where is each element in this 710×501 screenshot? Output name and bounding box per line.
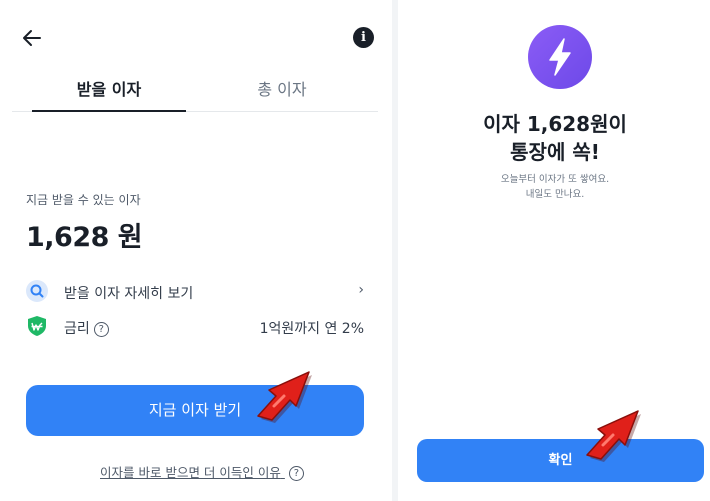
rate-label-text: 금리 (64, 321, 90, 337)
tab-bar: 받을 이자 총 이자 (12, 70, 378, 112)
red-arrow-icon (254, 366, 332, 424)
help-icon[interactable]: ? (93, 322, 109, 337)
tab-receivable-interest[interactable]: 받을 이자 (32, 76, 186, 112)
interest-rate-label: 금리? (64, 318, 109, 338)
interest-rate-value: 1억원까지 연 2% (259, 321, 364, 337)
success-message-line2: 내일도 만나요. (525, 189, 585, 200)
panel-divider (392, 0, 398, 501)
chevron-right-icon: › (358, 282, 364, 298)
won-shield-icon (26, 315, 48, 337)
success-headline-line2: 통장에 쏙! (510, 140, 600, 164)
interest-amount: 1,628 원 (26, 222, 143, 253)
help-icon: ? (288, 466, 304, 481)
success-message: 오늘부터 이자가 또 쌓여요. (500, 174, 610, 185)
tab-total-interest[interactable]: 총 이자 (202, 76, 362, 100)
search-icon (26, 280, 48, 302)
back-arrow-icon[interactable] (20, 26, 44, 50)
why-receive-now-text: 이자를 바로 받으면 더 이득인 이유 (100, 465, 281, 480)
interest-detail-label: 받을 이자 자세히 보기 (64, 286, 194, 302)
red-arrow-icon (583, 405, 661, 463)
available-interest-label: 지금 받을 수 있는 이자 (26, 193, 141, 207)
interest-received-screen: 이자 1,628원이 통장에 쏙! 오늘부터 이자가 또 쌓여요. 내일도 만나… (400, 0, 710, 501)
interest-rate-row: 금리? 1억원까지 연 2% (26, 313, 366, 343)
lightning-bolt-icon (528, 25, 592, 89)
interest-detail-row[interactable]: 받을 이자 자세히 보기 › (26, 278, 366, 308)
info-icon[interactable]: i (353, 27, 374, 48)
why-receive-now-link[interactable]: 이자를 바로 받으면 더 이득인 이유 ? (100, 462, 304, 481)
success-headline: 이자 1,628원이 (483, 112, 627, 136)
interest-screen: i 받을 이자 총 이자 지금 받을 수 있는 이자 1,628 원 받을 이자… (0, 0, 390, 501)
